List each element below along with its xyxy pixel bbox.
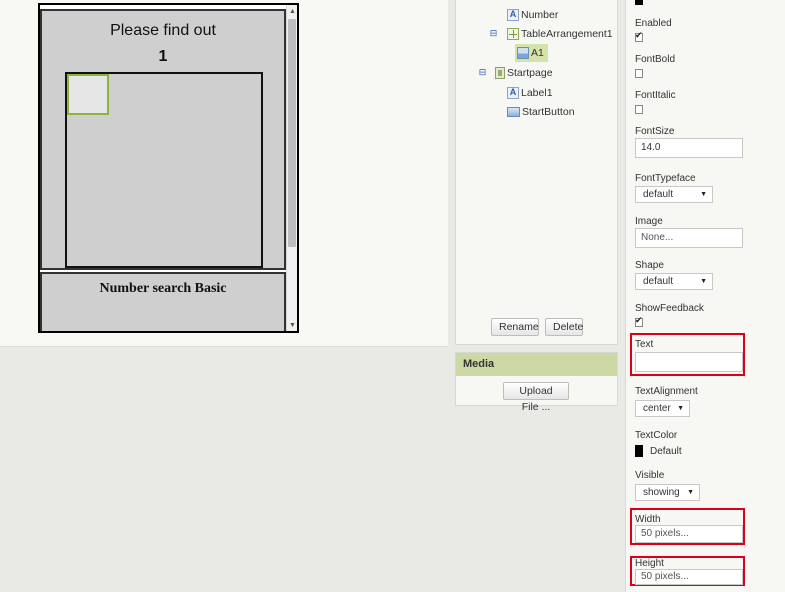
- screen-arrangement[interactable]: Please find out 1: [40, 9, 286, 270]
- upload-file-button[interactable]: Upload File ...: [503, 382, 569, 413]
- text-label: Text: [635, 339, 654, 350]
- textcolor-swatch[interactable]: [635, 445, 643, 457]
- button-icon: [507, 107, 520, 117]
- number-label[interactable]: 1: [42, 48, 284, 66]
- scroll-thumb[interactable]: [288, 19, 296, 247]
- visible-label: Visible: [635, 470, 665, 481]
- table-arrangement[interactable]: [65, 72, 263, 268]
- tree-item-label: Label1: [521, 87, 553, 99]
- label-icon: [507, 9, 519, 21]
- image-icon: [517, 47, 529, 59]
- tree-item-label: A1: [531, 47, 544, 59]
- tree-item-label: Number: [521, 9, 559, 21]
- textcolor-label: TextColor: [635, 430, 678, 441]
- tree-item-startbutton[interactable]: StartButton: [507, 103, 575, 121]
- width-label: Width: [635, 514, 661, 525]
- fontitalic-label: FontItalic: [635, 90, 676, 101]
- image-picker[interactable]: None...: [635, 228, 743, 248]
- tree-item-tablearrangement1[interactable]: TableArrangement1: [507, 25, 613, 43]
- title-label[interactable]: Please find out: [42, 22, 284, 40]
- tree-item-a1[interactable]: A1: [515, 44, 548, 62]
- chevron-down-icon: ▼: [687, 489, 694, 496]
- color-swatch[interactable]: [635, 0, 643, 5]
- scroll-up-icon[interactable]: ▲: [288, 7, 297, 17]
- fontsize-label: FontSize: [635, 126, 675, 137]
- enabled-checkbox[interactable]: [635, 30, 643, 42]
- textalignment-select[interactable]: center ▼: [635, 400, 690, 417]
- image-a1[interactable]: [67, 74, 109, 115]
- tree-item-label: Startpage: [507, 67, 553, 79]
- visible-value: showing: [643, 487, 680, 498]
- height-input[interactable]: 50 pixels...: [635, 569, 743, 585]
- fonttypeface-select[interactable]: default ▼: [635, 186, 713, 203]
- fontbold-label: FontBold: [635, 54, 676, 65]
- components-panel: Number ⊟ TableArrangement1 A1 ⊟ Startpag…: [455, 0, 618, 345]
- showfeedback-checkbox[interactable]: [635, 315, 643, 327]
- fontbold-checkbox[interactable]: [635, 69, 643, 78]
- label-icon: [507, 87, 519, 99]
- fonttypeface-label: FontTypeface: [635, 173, 696, 184]
- chevron-down-icon: ▼: [677, 405, 684, 412]
- tree-item-label1[interactable]: Label1: [507, 84, 553, 102]
- shape-select[interactable]: default ▼: [635, 273, 713, 290]
- tree-item-label: TableArrangement1: [521, 28, 613, 40]
- shape-value: default: [643, 276, 674, 287]
- textalignment-value: center: [643, 403, 671, 414]
- image-label: Image: [635, 216, 663, 227]
- chevron-down-icon: ▼: [700, 278, 707, 285]
- tree-item-label: StartButton: [522, 106, 575, 118]
- textcolor-value[interactable]: Default: [650, 446, 682, 457]
- textalignment-label: TextAlignment: [635, 386, 698, 397]
- vertical-arrangement-icon: [495, 67, 505, 79]
- tree-item-number[interactable]: Number: [507, 6, 558, 24]
- fontitalic-checkbox[interactable]: [635, 105, 643, 114]
- startpage-label[interactable]: Number search Basic: [42, 281, 284, 297]
- fonttypeface-value: default: [643, 189, 674, 200]
- startpage-arrangement[interactable]: Number search Basic: [40, 272, 286, 331]
- rename-button[interactable]: Rename: [491, 318, 539, 336]
- text-input[interactable]: [635, 352, 743, 372]
- media-panel: Media Upload File ...: [455, 352, 618, 413]
- viewer-scrollbar[interactable]: ▲ ▼: [286, 5, 297, 331]
- shape-label: Shape: [635, 260, 664, 271]
- table-arrangement-icon: [507, 28, 519, 40]
- collapse-icon[interactable]: ⊟: [489, 29, 498, 38]
- media-header: Media: [456, 353, 617, 376]
- fontsize-input[interactable]: 14.0: [635, 138, 743, 158]
- collapse-icon[interactable]: ⊟: [478, 68, 487, 77]
- chevron-down-icon: ▼: [700, 191, 707, 198]
- width-input[interactable]: 50 pixels...: [635, 525, 743, 543]
- delete-button[interactable]: Delete: [545, 318, 583, 336]
- height-label: Height: [635, 558, 664, 569]
- enabled-label: Enabled: [635, 18, 672, 29]
- phone-preview: Please find out 1 Number search Basic ▲ …: [38, 3, 299, 333]
- properties-panel: Enabled FontBold FontItalic FontSize 14.…: [625, 0, 785, 592]
- showfeedback-label: ShowFeedback: [635, 303, 704, 314]
- tree-item-startpage[interactable]: Startpage: [495, 64, 553, 82]
- viewer-panel: Please find out 1 Number search Basic ▲ …: [0, 0, 448, 347]
- scroll-down-icon[interactable]: ▼: [288, 321, 297, 331]
- visible-select[interactable]: showing ▼: [635, 484, 700, 501]
